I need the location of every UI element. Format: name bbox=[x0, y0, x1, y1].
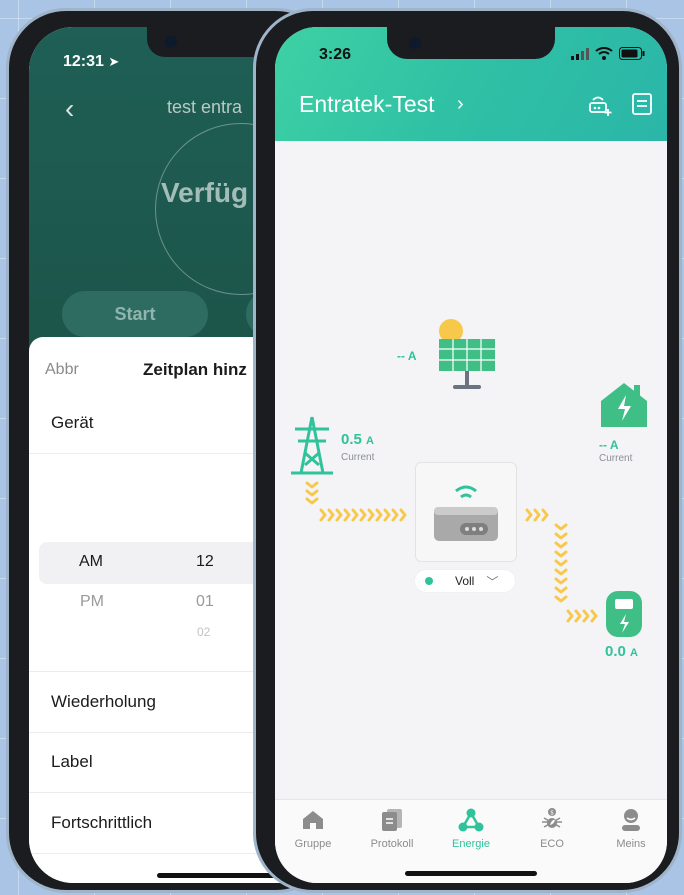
charger-current-value: 0.0 bbox=[605, 643, 626, 660]
home-current-label: Current bbox=[599, 453, 633, 464]
location-arrow-icon: ➤ bbox=[108, 54, 120, 69]
inverter-device-icon bbox=[434, 485, 498, 541]
home-icon bbox=[278, 806, 348, 834]
sheet-title: Zeitplan hinz bbox=[143, 360, 247, 379]
user-icon bbox=[596, 806, 666, 834]
eco-icon: $ bbox=[517, 806, 587, 834]
home-value: -- A bbox=[599, 438, 619, 452]
mode-dropdown[interactable]: Voll ﹀ bbox=[415, 570, 515, 592]
picker-hour-01[interactable]: 01 bbox=[196, 593, 214, 611]
solar-panel-icon bbox=[439, 319, 495, 389]
tab-gruppe[interactable]: Gruppe bbox=[278, 806, 348, 850]
tab-meins[interactable]: Meins bbox=[596, 806, 666, 850]
document-icon bbox=[357, 806, 427, 834]
repeat-label: Wiederholung bbox=[51, 692, 156, 711]
ev-charger-icon bbox=[606, 591, 642, 637]
picker-ampm-pm[interactable]: PM bbox=[80, 593, 104, 611]
tab-meins-label: Meins bbox=[616, 838, 646, 850]
picker-hour-02[interactable]: 02 bbox=[197, 625, 210, 639]
tab-protokoll[interactable]: Protokoll bbox=[357, 806, 427, 850]
grid-tower-icon bbox=[291, 416, 333, 475]
grid-current-label: Current bbox=[341, 452, 375, 463]
solar-value: -- A bbox=[397, 349, 417, 363]
tab-eco-label: ECO bbox=[540, 838, 564, 850]
tab-gruppe-label: Gruppe bbox=[294, 838, 332, 850]
advanced-label: Fortschrittlich bbox=[51, 813, 153, 832]
left-time-text: 12:31 bbox=[63, 53, 104, 70]
left-page-title: test entra bbox=[167, 97, 243, 117]
tab-energie[interactable]: Energie bbox=[436, 806, 506, 850]
chevron-down-icon: ﹀ bbox=[486, 574, 499, 589]
grid-current-unit: A bbox=[366, 435, 374, 447]
home-indicator bbox=[405, 871, 537, 876]
svg-text:$: $ bbox=[550, 810, 554, 817]
mode-label: Voll bbox=[455, 574, 475, 588]
right-phone-frame: 3:26 Entratek-Test › -- A 0.5 A Current … bbox=[253, 8, 682, 893]
camera-icon bbox=[165, 36, 177, 48]
tab-eco[interactable]: $ ECO bbox=[517, 806, 587, 850]
mode-status-dot bbox=[425, 577, 433, 585]
grid-current-value: 0.5 bbox=[341, 431, 362, 448]
start-button[interactable]: Start bbox=[62, 291, 208, 337]
charger-current: 0.0 A bbox=[605, 643, 638, 660]
grid-current: 0.5 A bbox=[341, 431, 374, 448]
cancel-button[interactable]: Abbr bbox=[45, 361, 79, 379]
charger-status-text: Verfüg bbox=[161, 177, 249, 208]
tab-energie-label: Energie bbox=[452, 838, 490, 850]
picker-ampm-am[interactable]: AM bbox=[79, 553, 103, 571]
device-label: Gerät bbox=[51, 413, 94, 432]
home-energy-icon bbox=[601, 383, 647, 427]
inverter-device-card[interactable] bbox=[415, 462, 517, 562]
energy-icon bbox=[436, 806, 506, 834]
picker-hour-12[interactable]: 12 bbox=[196, 553, 214, 571]
tab-protokoll-label: Protokoll bbox=[370, 838, 414, 850]
right-phone-screen: 3:26 Entratek-Test › -- A 0.5 A Current … bbox=[275, 27, 667, 883]
label-label: Label bbox=[51, 752, 93, 771]
back-arrow-icon[interactable]: ‹ bbox=[65, 93, 74, 125]
charger-current-unit: A bbox=[630, 647, 638, 659]
left-status-time: 12:31 ➤ bbox=[63, 53, 119, 71]
